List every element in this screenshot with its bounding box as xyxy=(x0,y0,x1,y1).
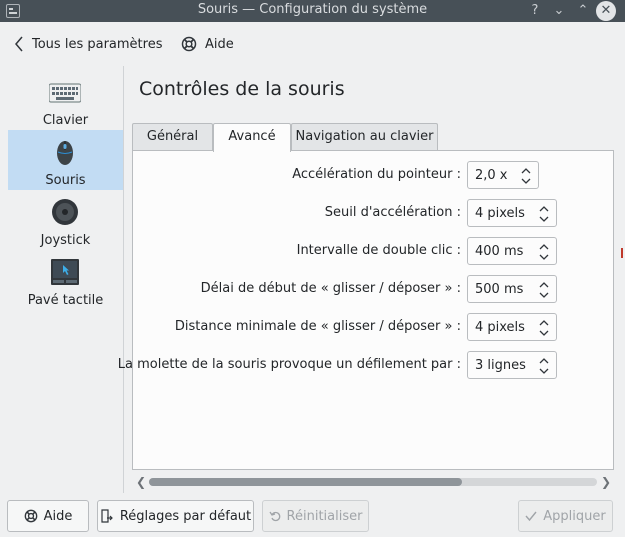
drag-start-delay-spinbox[interactable]: 500 ms xyxy=(467,275,557,303)
sidebar-item-label: Souris xyxy=(45,173,86,188)
help-toolbar-button[interactable]: Aide xyxy=(181,34,234,54)
bottom-button-bar: Aide Réglages par défaut Réinitialiser A… xyxy=(0,493,625,537)
apply-button-label: Appliquer xyxy=(543,508,606,524)
undo-icon xyxy=(268,511,280,522)
tab-keyboard-navigation[interactable]: Navigation au clavier xyxy=(291,123,438,151)
apply-button[interactable]: Appliquer xyxy=(518,500,613,532)
acceleration-threshold-spinbox[interactable]: 4 pixels xyxy=(467,199,557,227)
help-button[interactable]: Aide xyxy=(7,500,89,532)
sidebar: Clavier Souris Joystick Pavé tactile xyxy=(0,66,124,493)
scroll-left-icon[interactable]: ❮ xyxy=(136,474,146,490)
help-window-button[interactable]: ? xyxy=(525,1,545,21)
drag-min-distance-spinbox[interactable]: 4 pixels xyxy=(467,313,557,341)
touchpad-icon xyxy=(51,259,79,285)
sidebar-item-label: Clavier xyxy=(42,113,89,128)
all-settings-label: Tous les paramètres xyxy=(32,36,163,52)
chevron-left-icon xyxy=(15,36,23,52)
sidebar-item-label: Joystick xyxy=(40,233,91,248)
wheel-scroll-label: La molette de la souris provoque un défi… xyxy=(117,357,461,372)
double-click-interval-label: Intervalle de double clic : xyxy=(296,243,461,258)
spinbox-value: 3 lignes xyxy=(475,358,526,373)
title-bar: Souris — Configuration du système ? ⌄ ⌃ … xyxy=(0,0,625,22)
spinbox-value: 4 pixels xyxy=(475,206,525,221)
acceleration-threshold-label: Seuil d'accélération : xyxy=(324,205,461,220)
scroll-right-icon[interactable]: ❯ xyxy=(601,474,611,490)
close-button[interactable]: ✕ xyxy=(596,1,616,21)
spin-arrows-icon[interactable] xyxy=(538,319,550,337)
spin-arrows-icon[interactable] xyxy=(538,243,550,261)
checkmark-icon xyxy=(525,511,537,522)
document-defaults-icon xyxy=(101,509,113,523)
sidebar-item-mouse[interactable]: Souris xyxy=(8,130,123,190)
tab-advanced[interactable]: Avancé xyxy=(213,123,291,152)
reset-button[interactable]: Réinitialiser xyxy=(262,500,369,532)
all-settings-button[interactable]: Tous les paramètres xyxy=(14,34,162,54)
spinbox-value: 2,0 x xyxy=(475,168,508,183)
advanced-tab-panel xyxy=(132,150,614,470)
help-button-label: Aide xyxy=(43,508,73,524)
drag-min-distance-label: Distance minimale de « glisser / déposer… xyxy=(174,319,461,334)
spinbox-value: 4 pixels xyxy=(475,320,525,335)
minimize-button[interactable]: ⌄ xyxy=(549,1,569,21)
pointer-acceleration-label: Accélération du pointeur : xyxy=(292,167,461,182)
horizontal-scrollbar[interactable]: ❮ ❯ xyxy=(133,474,613,490)
keyboard-icon xyxy=(49,83,81,103)
double-click-interval-spinbox[interactable]: 400 ms xyxy=(467,237,557,265)
sidebar-item-keyboard[interactable]: Clavier xyxy=(8,70,123,130)
defaults-button-label: Réglages par défaut xyxy=(119,508,252,524)
spinbox-value: 400 ms xyxy=(475,244,524,259)
help-toolbar-label: Aide xyxy=(205,36,234,52)
wheel-scroll-spinbox[interactable]: 3 lignes xyxy=(467,351,557,379)
maximize-button[interactable]: ⌃ xyxy=(573,1,593,21)
edge-marker xyxy=(621,248,623,258)
spin-arrows-icon[interactable] xyxy=(538,281,550,299)
spinbox-value: 500 ms xyxy=(475,282,524,297)
sidebar-item-label: Pavé tactile xyxy=(27,293,104,308)
mouse-icon xyxy=(57,141,73,165)
help-lifebuoy-icon xyxy=(181,36,197,52)
tab-general[interactable]: Général xyxy=(132,123,213,151)
scrollbar-thumb[interactable] xyxy=(149,478,462,486)
sidebar-item-joystick[interactable]: Joystick xyxy=(8,190,123,250)
defaults-button[interactable]: Réglages par défaut xyxy=(97,500,254,532)
sidebar-item-touchpad[interactable]: Pavé tactile xyxy=(8,250,123,310)
page-title: Contrôles de la souris xyxy=(139,78,345,100)
reset-button-label: Réinitialiser xyxy=(286,508,363,524)
top-toolbar: Tous les paramètres Aide xyxy=(0,22,625,66)
spin-arrows-icon[interactable] xyxy=(538,357,550,375)
pointer-acceleration-spinbox[interactable]: 2,0 x xyxy=(467,161,539,189)
spin-arrows-icon[interactable] xyxy=(538,205,550,223)
joystick-icon xyxy=(52,199,78,225)
help-lifebuoy-icon xyxy=(24,509,37,523)
drag-start-delay-label: Délai de début de « glisser / déposer » … xyxy=(200,281,461,296)
spin-arrows-icon[interactable] xyxy=(520,167,532,185)
